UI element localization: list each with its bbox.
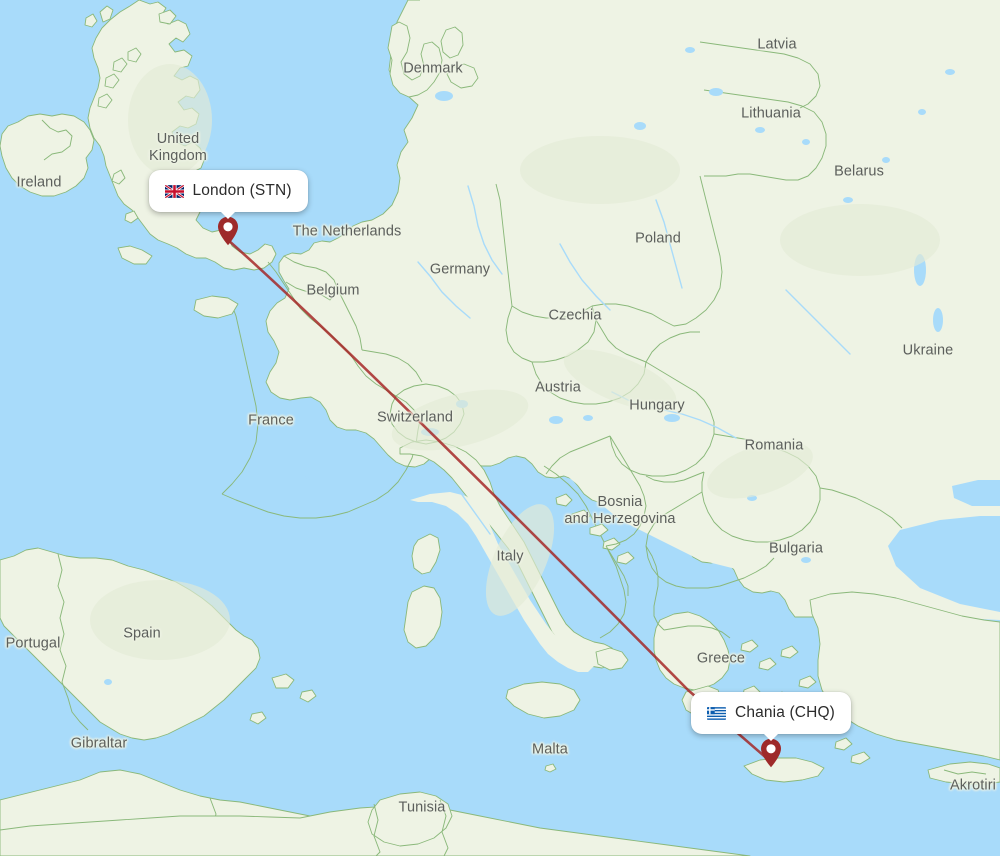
origin-airport-label: London (STN) xyxy=(192,182,292,199)
destination-airport-callout[interactable]: Chania (CHQ) xyxy=(691,692,851,741)
origin-airport-callout[interactable]: London (STN) xyxy=(148,170,308,219)
gb-flag-icon xyxy=(164,184,184,198)
destination-map-pin[interactable] xyxy=(760,738,782,768)
destination-airport-label: Chania (CHQ) xyxy=(735,704,835,721)
origin-map-pin[interactable] xyxy=(217,216,239,246)
gr-flag-icon xyxy=(707,706,726,720)
map-canvas: .land { fill:#eef3e4; stroke:#8ab87a; st… xyxy=(0,0,1000,856)
flight-route-map[interactable]: .land { fill:#eef3e4; stroke:#8ab87a; st… xyxy=(0,0,1000,856)
